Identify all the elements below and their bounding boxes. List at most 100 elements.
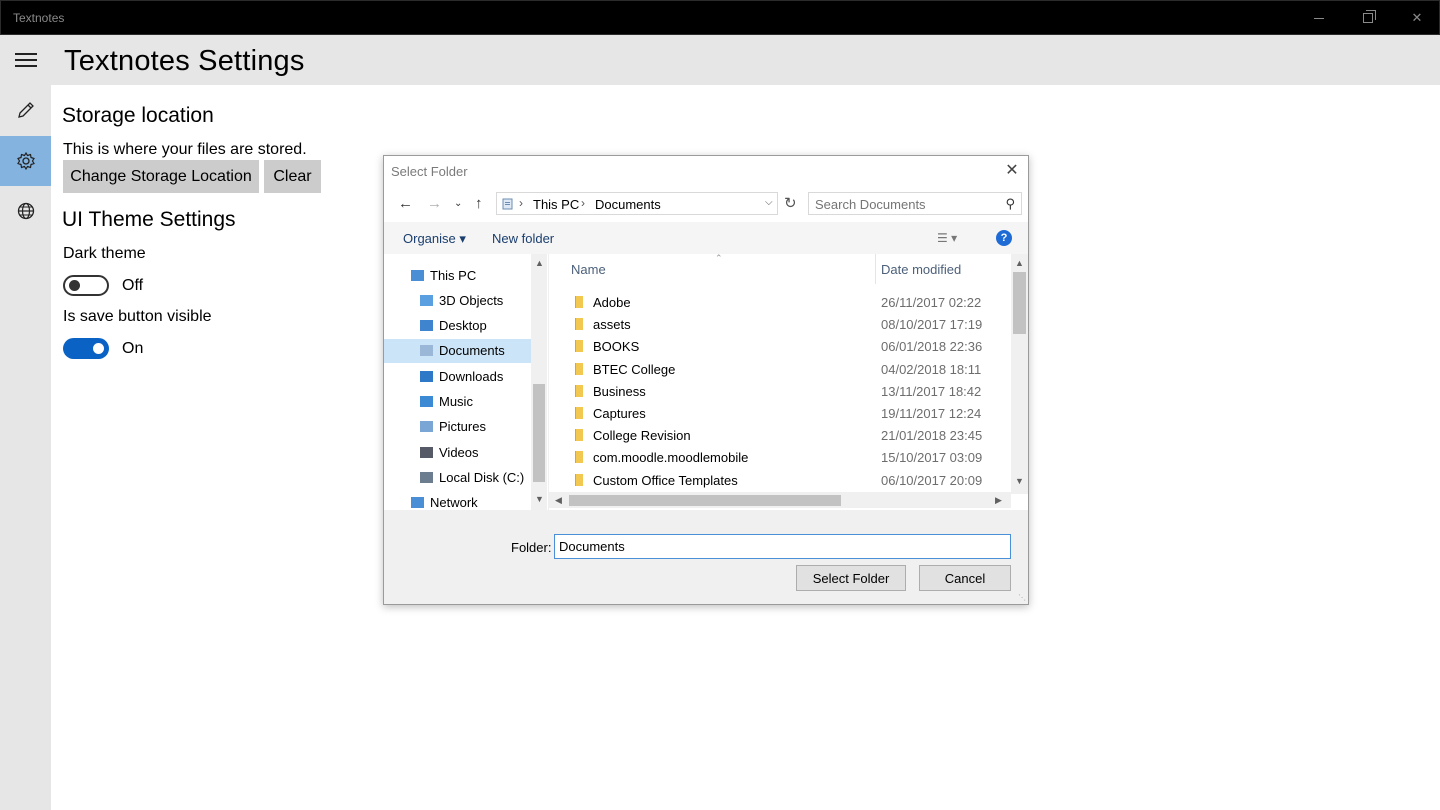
tree-item-label: Music <box>439 394 473 409</box>
cancel-button[interactable]: Cancel <box>919 565 1011 591</box>
nav-rail <box>0 35 51 810</box>
forward-arrow-icon[interactable]: → <box>427 195 442 212</box>
folder-icon <box>575 384 583 397</box>
view-options-icon[interactable]: ☰ ▾ <box>937 231 957 245</box>
address-dropdown-icon[interactable]: ⌵ <box>765 197 773 208</box>
folder-icon <box>575 429 583 442</box>
hamburger-button[interactable] <box>0 35 51 85</box>
item-date-modified: 19/11/2017 12:24 <box>881 406 982 421</box>
item-name: assets <box>593 317 631 333</box>
dark-theme-label: Dark theme <box>63 245 146 262</box>
tree-item[interactable]: Music <box>384 390 531 414</box>
dialog-close-button[interactable]: ✕ <box>1002 161 1022 181</box>
recent-locations-icon[interactable]: ⌄ <box>454 198 462 209</box>
tree-item[interactable]: Pictures <box>384 415 531 439</box>
list-vertical-scrollbar[interactable]: ▲ ▼ <box>1011 254 1028 494</box>
change-storage-button[interactable]: Change Storage Location <box>63 160 259 193</box>
address-bar[interactable]: › This PC › Documents ⌵ <box>496 192 778 215</box>
list-item[interactable]: Business 13/11/2017 18:42 <box>549 380 1009 402</box>
folder-icon <box>575 451 583 464</box>
search-input[interactable] <box>815 196 995 212</box>
restore-icon <box>1363 10 1376 23</box>
tree-item[interactable]: 3D Objects <box>384 288 531 312</box>
sort-indicator-icon: ⌃ <box>715 254 723 263</box>
list-item[interactable]: College Revision 21/01/2018 23:45 <box>549 424 1009 446</box>
command-bar: Organise ▾ New folder ☰ ▾ ? <box>384 222 1028 254</box>
search-box[interactable]: ⚲ <box>808 192 1022 215</box>
list-item[interactable]: assets 08/10/2017 17:19 <box>549 313 1009 335</box>
organise-button[interactable]: Organise ▾ <box>403 231 466 247</box>
item-date-modified: 26/11/2017 02:22 <box>881 295 982 310</box>
back-arrow-icon[interactable]: ← <box>398 195 413 212</box>
refresh-icon[interactable]: ↻ <box>784 194 797 212</box>
nav-item-notes[interactable] <box>0 85 51 135</box>
tree-item[interactable]: This PC <box>384 263 531 287</box>
tree-item[interactable]: Desktop <box>384 314 531 338</box>
pc-icon <box>411 269 424 281</box>
select-folder-button[interactable]: Select Folder <box>796 565 906 591</box>
breadcrumb-this-pc[interactable]: This PC <box>533 197 579 212</box>
scroll-up-icon[interactable]: ▲ <box>535 258 544 268</box>
breadcrumb-separator: › <box>519 196 523 210</box>
dark-theme-toggle[interactable] <box>63 275 109 296</box>
folder-name-input[interactable] <box>554 534 1011 559</box>
item-name: Custom Office Templates <box>593 472 738 488</box>
item-date-modified: 06/01/2018 22:36 <box>881 339 983 355</box>
save-button-visible-state: On <box>122 340 144 357</box>
tree-item-label: Pictures <box>439 419 486 435</box>
tree-scrollbar[interactable]: ▲ ▼ <box>531 254 547 510</box>
list-horizontal-scrollbar[interactable]: ◀ ▶ <box>549 492 1011 508</box>
minimize-button[interactable] <box>1295 1 1343 35</box>
up-arrow-icon[interactable]: ↑ <box>475 195 483 212</box>
pictures-icon <box>420 421 433 433</box>
list-item[interactable]: Custom Office Templates 06/10/2017 20:09 <box>549 469 1009 491</box>
scrollbar-thumb[interactable] <box>533 384 545 482</box>
tree-item[interactable]: Local Disk (C:) <box>384 465 531 489</box>
item-name: College Revision <box>593 428 691 444</box>
search-icon[interactable]: ⚲ <box>1005 196 1015 212</box>
breadcrumb-documents[interactable]: Documents <box>595 197 661 212</box>
tree-item-label: Videos <box>439 444 479 460</box>
scroll-left-icon[interactable]: ◀ <box>555 495 562 506</box>
save-button-visible-label: Is save button visible <box>63 308 212 325</box>
close-window-button[interactable]: ✕ <box>1393 1 1440 35</box>
scroll-right-icon[interactable]: ▶ <box>995 495 1002 506</box>
help-icon[interactable]: ? <box>996 230 1012 246</box>
save-button-visible-toggle[interactable] <box>63 338 109 359</box>
tree-item-label: Documents <box>439 343 505 359</box>
close-icon: ✕ <box>1411 10 1423 25</box>
column-header-name[interactable]: Name <box>571 262 606 277</box>
scrollbar-thumb[interactable] <box>569 495 841 506</box>
item-date-modified: 08/10/2017 17:19 <box>881 317 983 333</box>
scroll-up-icon[interactable]: ▲ <box>1015 258 1024 268</box>
resize-grip-icon[interactable]: ⋱ <box>1018 593 1026 602</box>
nav-item-language[interactable] <box>0 186 51 236</box>
scroll-down-icon[interactable]: ▼ <box>535 494 544 504</box>
list-item[interactable]: com.moodle.moodlemobile 15/10/2017 03:09 <box>549 446 1009 468</box>
tree-item[interactable]: Network <box>384 491 531 510</box>
folder-icon <box>575 340 583 353</box>
nav-item-settings[interactable] <box>0 136 51 186</box>
scroll-down-icon[interactable]: ▼ <box>1015 476 1024 486</box>
window-title: Textnotes <box>13 11 65 25</box>
column-header-date[interactable]: Date modified <box>881 262 961 277</box>
list-item[interactable]: BOOKS 06/01/2018 22:36 <box>549 335 1009 357</box>
column-divider[interactable] <box>875 254 876 284</box>
folder-icon <box>575 318 583 331</box>
navigation-tree: Network Local Disk (C:) Videos Pictures Musi… <box>384 254 548 510</box>
list-item[interactable]: BTEC College 04/02/2018 18:11 <box>549 358 1009 380</box>
tree-item[interactable]: Documents <box>384 338 531 363</box>
downloads-icon <box>420 370 433 382</box>
list-item[interactable]: Captures 19/11/2017 12:24 <box>549 402 1009 424</box>
scrollbar-thumb[interactable] <box>1013 272 1026 334</box>
clear-storage-button[interactable]: Clear <box>264 160 321 193</box>
new-folder-button[interactable]: New folder <box>492 231 554 246</box>
tree-item[interactable]: Downloads <box>384 364 531 388</box>
globe-icon <box>17 202 34 220</box>
list-item[interactable]: Adobe 26/11/2017 02:22 <box>549 291 1009 313</box>
toggle-knob <box>69 280 80 291</box>
tree-item[interactable]: Videos <box>384 440 531 464</box>
restore-button[interactable] <box>1344 1 1392 35</box>
item-name: Adobe <box>593 295 631 310</box>
documents-icon <box>420 345 433 357</box>
